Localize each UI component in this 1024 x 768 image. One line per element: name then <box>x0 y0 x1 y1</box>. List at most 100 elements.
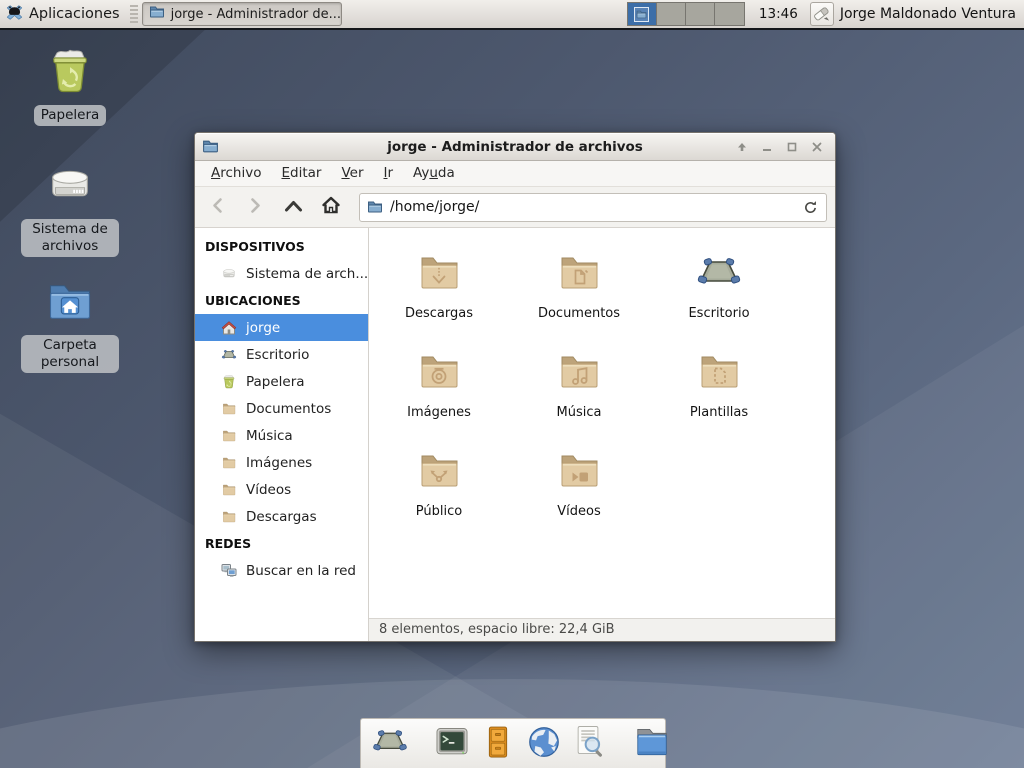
folder-music-icon <box>555 381 603 400</box>
menu-archivo[interactable]: Archivo <box>201 161 271 186</box>
folder-icon <box>221 401 237 417</box>
desktop-icon-sistema-de-archivos[interactable]: Sistema de archivos <box>18 160 122 257</box>
logout-eraser-icon <box>812 3 831 26</box>
forward-icon <box>248 197 263 218</box>
shade-button[interactable] <box>732 137 752 157</box>
file-label: Plantillas <box>659 405 779 420</box>
home-icon <box>321 195 341 219</box>
user-menu-button[interactable]: Jorge Maldonado Ventura <box>810 1 1016 27</box>
maximize-button[interactable] <box>782 137 802 157</box>
file-videos[interactable]: Vídeos <box>519 447 639 546</box>
folder-templates-icon <box>695 381 743 400</box>
file-publico[interactable]: Público <box>379 447 499 546</box>
hard-drive-icon <box>44 160 96 216</box>
sidebar-item-imagenes[interactable]: Imágenes <box>195 449 368 476</box>
sidebar-item-label: Sistema de arch... <box>246 266 368 282</box>
main-pane: DescargasDocumentosEscritorio Imágenes Mús… <box>369 228 835 641</box>
desktop-icon <box>221 347 237 363</box>
path-text: /home/jorge/ <box>390 199 479 215</box>
folder-public-icon <box>415 480 463 499</box>
minimize-button[interactable] <box>757 137 777 157</box>
file-label: Vídeos <box>519 504 639 519</box>
panel-clock[interactable]: 13:46 <box>759 6 798 22</box>
sidebar-item-label: Descargas <box>246 509 317 525</box>
menu-ayuda[interactable]: Ayuda <box>403 161 465 186</box>
sidebar-item-musica[interactable]: Música <box>195 422 368 449</box>
home-button[interactable] <box>313 191 349 223</box>
desktop-icon <box>695 282 743 301</box>
folder-documents-icon <box>555 282 603 301</box>
desktop-icon-papelera[interactable]: Papelera <box>18 46 122 126</box>
sidebar-item-label: Escritorio <box>246 347 309 363</box>
folder-icon <box>221 509 237 525</box>
sidebar-item-descargas[interactable]: Descargas <box>195 503 368 530</box>
trash-full-icon <box>44 46 96 102</box>
up-icon <box>284 198 303 217</box>
task-window-label: jorge - Administrador de... <box>171 7 341 22</box>
taskbar-window-button[interactable]: jorge - Administrador de... <box>142 2 342 26</box>
sidebar-item-escritorio[interactable]: Escritorio <box>195 341 368 368</box>
back-button[interactable] <box>199 191 235 223</box>
file-label: Música <box>519 405 639 420</box>
task-window-icon <box>149 4 165 24</box>
sidebar: DISPOSITIVOSSistema de arch...UBICACIONE… <box>195 228 369 641</box>
window-icon <box>202 138 219 155</box>
file-grid: DescargasDocumentosEscritorio Imágenes Mús… <box>369 228 835 618</box>
file-manager-icon <box>633 723 671 765</box>
terminal-icon <box>433 723 471 765</box>
close-button[interactable] <box>807 137 827 157</box>
sidebar-item-label: Música <box>246 428 293 444</box>
dock <box>360 718 666 768</box>
show-desktop-icon <box>371 723 409 765</box>
dock-app-finder[interactable] <box>571 723 609 765</box>
sidebar-item-jorge[interactable]: jorge <box>195 314 368 341</box>
reload-button[interactable] <box>803 200 818 215</box>
sidebar-item-label: Buscar en la red <box>246 563 356 579</box>
desktop-icon-label: Papelera <box>34 105 107 126</box>
file-plantillas[interactable]: Plantillas <box>659 348 779 447</box>
workspace-3[interactable] <box>686 3 715 25</box>
window-titlebar[interactable]: jorge - Administrador de archivos <box>195 133 835 161</box>
workspace-2[interactable] <box>657 3 686 25</box>
dock-web-browser[interactable] <box>525 723 563 765</box>
path-input[interactable]: /home/jorge/ <box>359 193 827 222</box>
menu-editar[interactable]: Editar <box>271 161 331 186</box>
applications-menu-label: Aplicaciones <box>29 6 120 22</box>
sidebar-item-documentos[interactable]: Documentos <box>195 395 368 422</box>
menu-ver[interactable]: Ver <box>331 161 373 186</box>
dock-file-manager[interactable] <box>633 723 671 765</box>
app-finder-icon <box>571 723 609 765</box>
applications-menu-button[interactable]: Aplicaciones <box>0 0 130 28</box>
sidebar-item-label: Imágenes <box>246 455 312 471</box>
file-descargas[interactable]: Descargas <box>379 249 499 348</box>
dock-file-cabinet[interactable] <box>479 723 517 765</box>
desktop-icon-label: Sistema de archivos <box>21 219 119 257</box>
home-icon <box>221 320 237 336</box>
file-musica[interactable]: Música <box>519 348 639 447</box>
folder-icon <box>221 482 237 498</box>
sidebar-item-papelera[interactable]: Papelera <box>195 368 368 395</box>
file-documentos[interactable]: Documentos <box>519 249 639 348</box>
dock-terminal[interactable] <box>433 723 471 765</box>
sidebar-item-sistema-de-arch[interactable]: Sistema de arch... <box>195 260 368 287</box>
desktop-icon-carpeta-personal[interactable]: Carpeta personal <box>18 276 122 373</box>
workspace-4[interactable] <box>715 3 744 25</box>
folder-videos-icon <box>555 480 603 499</box>
folder-pictures-icon <box>415 381 463 400</box>
path-folder-icon <box>367 199 383 215</box>
status-bar: 8 elementos, espacio libre: 22,4 GiB <box>369 618 835 641</box>
folder-icon <box>221 455 237 471</box>
workspace-1[interactable] <box>628 3 657 25</box>
xfce-logo-icon <box>6 4 23 25</box>
sidebar-item-label: Documentos <box>246 401 331 417</box>
dock-show-desktop[interactable] <box>371 723 409 765</box>
file-escritorio[interactable]: Escritorio <box>659 249 779 348</box>
sidebar-item-videos[interactable]: Vídeos <box>195 476 368 503</box>
workspace-pager <box>627 2 745 26</box>
up-button[interactable] <box>275 191 311 223</box>
menu-ir[interactable]: Ir <box>374 161 404 186</box>
sidebar-item-buscar-en-la-red[interactable]: Buscar en la red <box>195 557 368 584</box>
file-imagenes[interactable]: Imágenes <box>379 348 499 447</box>
sidebar-item-label: jorge <box>246 320 280 336</box>
forward-button[interactable] <box>237 191 273 223</box>
